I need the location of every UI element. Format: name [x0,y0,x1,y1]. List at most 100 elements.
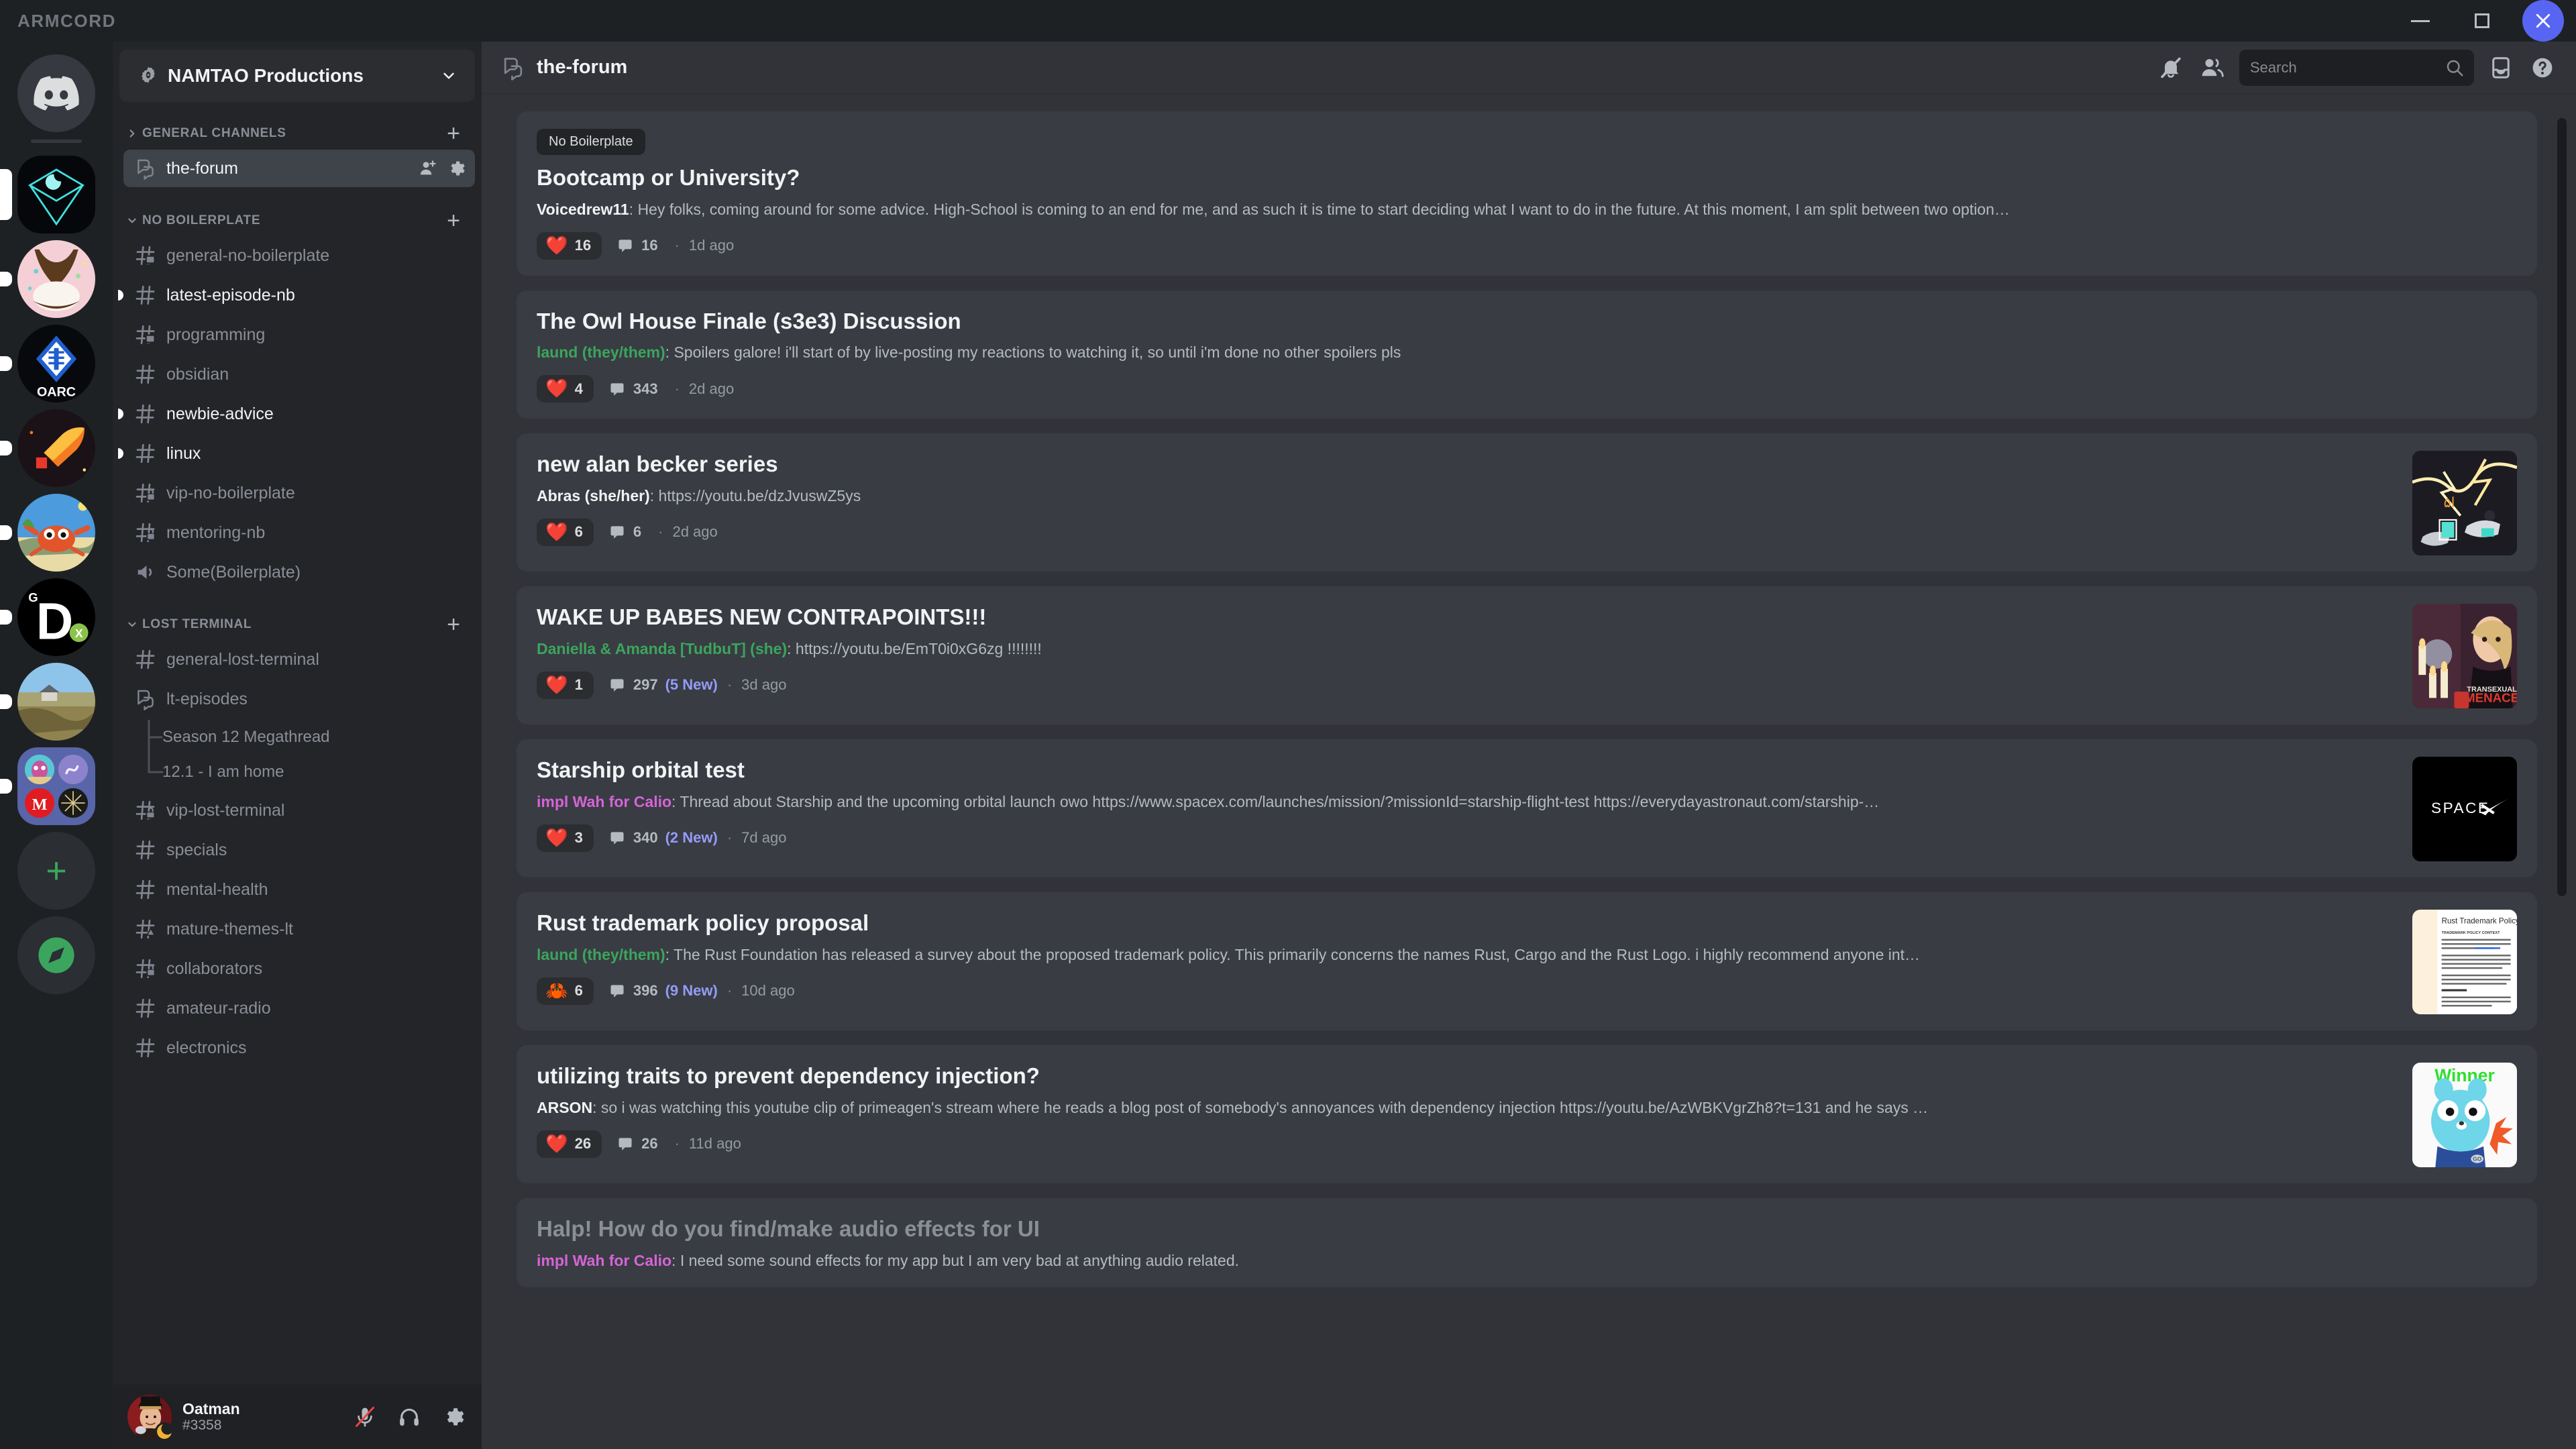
server-item-oarc[interactable]: OARC [0,321,113,406]
minimize-button[interactable] [2390,0,2451,42]
message-icon [610,383,624,396]
close-icon[interactable] [2522,0,2564,42]
forum-post[interactable]: Rust trademark policy proposal laund (th… [517,892,2537,1031]
guild-header[interactable]: NAMTAO Productions [119,50,475,102]
category-label: NO BOILERPLATE [142,213,261,227]
search-input[interactable] [2250,58,2445,76]
sidebar-item-obsidian[interactable]: obsidian [123,356,475,393]
reaction-chip[interactable]: ❤️ 3 [537,824,594,852]
forum-post[interactable]: utilizing traits to prevent dependency i… [517,1045,2537,1184]
reaction-chip[interactable]: ❤️ 4 [537,375,594,403]
user-name: Oatman [182,1399,240,1417]
sidebar-item-general-lost-terminal[interactable]: general-lost-terminal [123,641,475,678]
sidebar-item-collaborators[interactable]: collaborators [123,950,475,987]
sidebar-item-newbie-advice[interactable]: newbie-advice [118,395,475,433]
post-thumbnail-contrapoints[interactable]: TRANSEXUAL MENACE [2412,604,2517,709]
reaction-chip[interactable]: ❤️ 16 [537,231,602,260]
server-item-folder[interactable]: M [0,744,113,828]
sidebar-item-season-12-megathread[interactable]: Season 12 Megathread [144,720,475,755]
sidebar-item-the-forum[interactable]: the-forum [123,150,475,187]
hash-icon [136,840,155,860]
sidebar-item-latest-episode-nb[interactable]: latest-episode-nb [118,276,475,314]
mute-button[interactable] [346,1398,384,1436]
reaction-chip[interactable]: 🦀 6 [537,977,594,1005]
reaction-chip[interactable]: ❤️ 6 [537,518,594,546]
sidebar-item-vip-no-boilerplate[interactable]: vip-no-boilerplate [123,474,475,512]
message-icon [610,832,624,845]
forum-post[interactable]: Halp! How do you find/make audio effects… [517,1198,2537,1287]
add-channel-button[interactable]: + [447,209,460,232]
post-thumbnail-spacex[interactable]: SPACE [2412,757,2517,862]
members-button[interactable] [2194,49,2231,87]
add-member-icon[interactable] [419,159,437,178]
gear-icon[interactable] [447,159,466,178]
server-item-crab[interactable] [0,490,113,575]
post-body: Starship orbital test impl Wah for Calio… [537,757,2396,861]
category-label: GENERAL CHANNELS [142,126,286,140]
add-channel-button[interactable]: + [447,612,460,636]
unread-pill [0,356,12,371]
post-thumbnail-go-gopher-winner[interactable]: Winner GO [2412,1063,2517,1168]
category-lost-terminal[interactable]: LOST TERMINAL + [113,593,475,639]
reaction-chip[interactable]: ❤️ 1 [537,671,594,699]
message-count-value: 396 [633,982,658,1000]
avatar[interactable] [127,1395,174,1441]
add-server-button[interactable]: + [0,828,113,913]
forum-post[interactable]: WAKE UP BABES NEW CONTRAPOINTS!!! Daniel… [517,586,2537,725]
forum-post[interactable]: No Boilerplate Bootcamp or University? V… [517,111,2537,276]
help-button[interactable] [2524,49,2561,87]
sidebar-item-lt-episodes[interactable]: lt-episodes [123,680,475,718]
post-tag[interactable]: No Boilerplate [537,129,645,155]
heart-icon: ❤️ [545,235,568,256]
post-tags: No Boilerplate [537,129,2517,155]
post-time: 7d ago [741,829,787,847]
reaction-count: 6 [574,982,583,1000]
category-no-boilerplate[interactable]: NO BOILERPLATE + [113,189,475,235]
sidebar-item-mature-themes-lt[interactable]: mature-themes-lt [123,910,475,948]
sidebar-item-general-no-boilerplate[interactable]: general-no-boilerplate [123,237,475,274]
channel-header: the-forum [482,42,2576,94]
deafen-button[interactable] [390,1398,428,1436]
forum-post[interactable]: new alan becker series Abras (she/her): … [517,433,2537,572]
forum-post-list[interactable]: No Boilerplate Bootcamp or University? V… [482,94,2576,1449]
inbox-button[interactable] [2482,49,2520,87]
sidebar-item-12-1-i-am-home[interactable]: 12.1 - I am home [144,755,475,790]
server-item-coffee[interactable] [0,237,113,321]
search-box[interactable] [2239,49,2474,86]
post-thumbnail-rust-trademark-doc[interactable]: Rust Trademark Policy TRADEMARK POLICY C… [2412,910,2517,1015]
forum-post[interactable]: The Owl House Finale (s3e3) Discussion l… [517,290,2537,419]
armcord-window: ARMCORD OARC G D X M + NAMTAO Production… [0,0,2576,1449]
sidebar-item-amateur-radio[interactable]: amateur-radio [123,989,475,1027]
oarc-diamond-icon: OARC [17,325,95,402]
sidebar-item-specials[interactable]: specials [123,831,475,869]
notification-settings-button[interactable] [2152,49,2190,87]
forum-post[interactable]: Starship orbital test impl Wah for Calio… [517,739,2537,878]
server-item-cottage[interactable] [0,659,113,744]
explore-servers-button[interactable] [0,913,113,998]
forum-scrollbar[interactable] [2557,118,2567,896]
server-item-rocket[interactable] [0,406,113,490]
post-thumbnail-lightning-scooters[interactable]: ا۵ [2412,451,2517,556]
maximize-button[interactable] [2451,0,2513,42]
post-meta: ❤️ 4 343 · 2d ago [537,375,2517,403]
channel-list[interactable]: GENERAL CHANNELS + the-forum NO BOILERPL… [113,102,482,1385]
user-info[interactable]: Oatman #3358 [182,1400,346,1434]
sidebar-item-linux[interactable]: linux [118,435,475,472]
sidebar-item-mentoring-nb[interactable]: mentoring-nb [123,514,475,551]
user-settings-button[interactable] [435,1398,472,1436]
server-item-dms[interactable] [0,51,113,136]
reaction-chip[interactable]: ❤️ 26 [537,1130,602,1158]
category-general-channels[interactable]: GENERAL CHANNELS + [113,102,475,148]
post-meta: ❤️ 1 297 (5 New) · 3d ago [537,671,2396,699]
category-label: LOST TERMINAL [142,617,252,631]
add-channel-button[interactable]: + [447,121,460,145]
sidebar-item-electronics[interactable]: electronics [123,1029,475,1067]
sidebar-item-vip-lost-terminal[interactable]: vip-lost-terminal [123,792,475,829]
sidebar-item-some-boilerplate[interactable]: Some(Boilerplate) [123,553,475,591]
page-title: the-forum [537,56,628,78]
sidebar-item-programming[interactable]: programming [123,316,475,354]
post-title: new alan becker series [537,451,778,477]
server-item-neon-cube[interactable] [0,152,113,237]
sidebar-item-mental-health[interactable]: mental-health [123,871,475,908]
server-item-gdx[interactable]: G D X [0,575,113,659]
